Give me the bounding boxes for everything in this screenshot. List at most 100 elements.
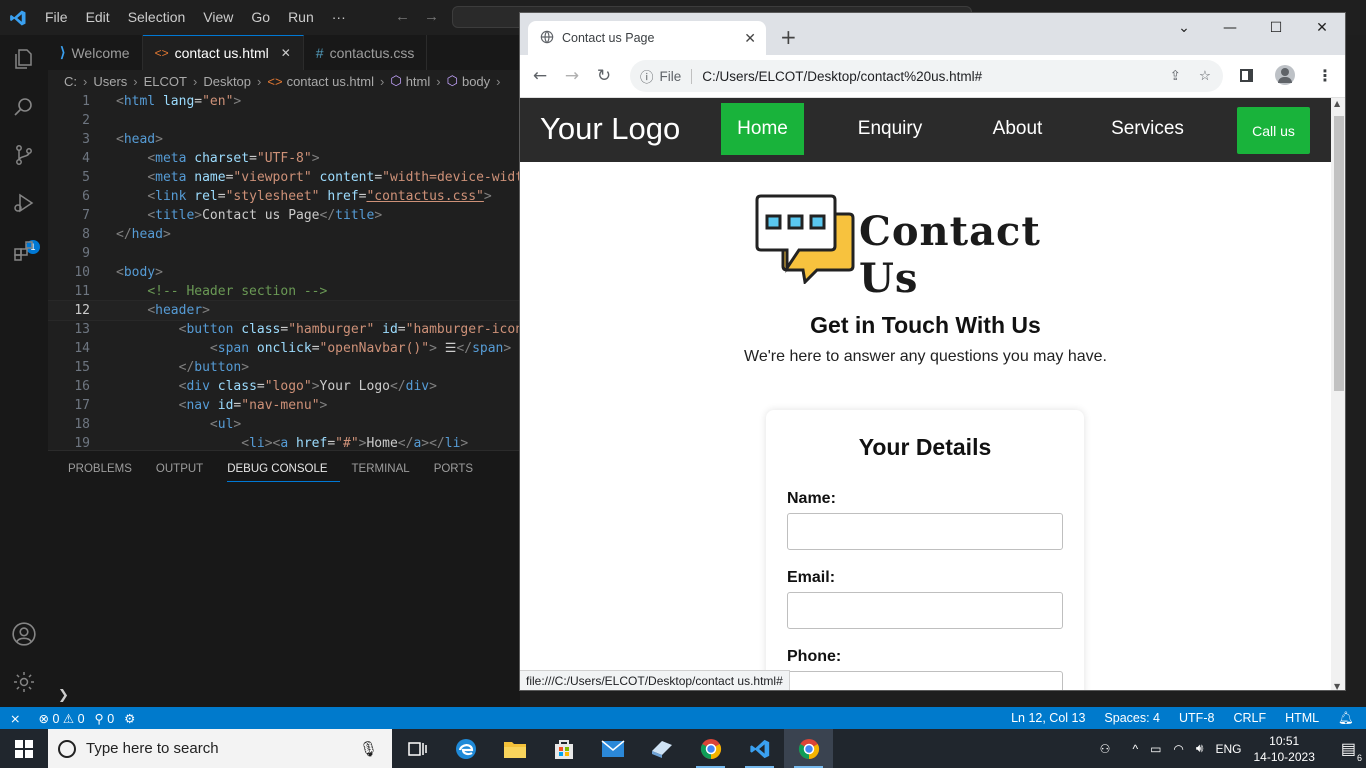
breadcrumb-item[interactable]: body xyxy=(462,74,490,89)
tab-terminal[interactable]: TERMINAL xyxy=(352,451,422,482)
breadcrumb-item[interactable]: Desktop xyxy=(203,74,251,89)
close-window-icon[interactable]: ✕ xyxy=(1299,13,1345,43)
close-icon[interactable]: ✕ xyxy=(744,30,756,47)
notifications-bell-icon[interactable]: 🔔︎ xyxy=(1338,711,1354,726)
back-icon[interactable]: ← xyxy=(524,66,556,86)
phone-input[interactable] xyxy=(787,671,1063,690)
new-tab-button[interactable]: + xyxy=(780,27,797,47)
language-mode[interactable]: HTML xyxy=(1285,711,1319,725)
windows-start-icon[interactable] xyxy=(0,729,48,768)
chrome-active-taskbar-icon[interactable] xyxy=(784,729,833,768)
file-explorer-icon[interactable] xyxy=(490,729,539,768)
mail-icon[interactable] xyxy=(588,729,637,768)
ports-status[interactable]: ⚲ 0 xyxy=(95,711,115,726)
breadcrumb-item[interactable]: html xyxy=(406,74,431,89)
microsoft-store-icon[interactable] xyxy=(539,729,588,768)
vscode-taskbar-icon[interactable] xyxy=(735,729,784,768)
nav-enquiry[interactable]: Enquiry xyxy=(840,103,940,155)
scrollbar-thumb[interactable] xyxy=(1334,116,1344,391)
address-bar[interactable]: ⓘ File C:/Users/ELCOT/Desktop/contact%20… xyxy=(630,60,1223,92)
code-token: "#" xyxy=(335,436,359,450)
breadcrumb-item[interactable]: Users xyxy=(93,74,127,89)
email-input[interactable] xyxy=(787,592,1063,629)
menu-selection[interactable]: Selection xyxy=(119,0,195,35)
code-token: id xyxy=(217,398,234,413)
tab-debug-console[interactable]: DEBUG CONSOLE xyxy=(227,451,340,482)
scroll-down-icon[interactable]: ▼ xyxy=(1334,682,1340,690)
settings-gear-icon[interactable] xyxy=(0,658,48,706)
code-token[interactable]: "contactus.css" xyxy=(366,189,483,204)
menu-edit[interactable]: Edit xyxy=(77,0,119,35)
info-icon[interactable]: ⓘ xyxy=(640,66,654,86)
menu-view[interactable]: View xyxy=(194,0,242,35)
chevron-up-icon[interactable]: ^ xyxy=(1132,742,1138,756)
call-us-button[interactable]: Call us xyxy=(1237,107,1310,154)
source-control-icon[interactable] xyxy=(0,131,48,179)
close-icon[interactable]: ✕ xyxy=(281,46,291,60)
account-icon[interactable] xyxy=(0,610,48,658)
tab-output[interactable]: OUTPUT xyxy=(156,451,215,482)
scanner-app-icon[interactable] xyxy=(637,729,686,768)
side-panel-icon[interactable] xyxy=(1240,68,1253,82)
code-token: class xyxy=(217,379,257,394)
edge-icon[interactable] xyxy=(441,729,490,768)
bookmark-star-icon[interactable]: ☆ xyxy=(1199,68,1211,84)
explorer-icon[interactable] xyxy=(0,35,48,83)
share-icon[interactable]: ⇪ xyxy=(1170,68,1181,84)
breadcrumb-item[interactable]: contact us.html xyxy=(287,74,374,89)
tab-search-chevron-icon[interactable]: ⌄ xyxy=(1161,13,1207,43)
breadcrumb-item[interactable]: ELCOT xyxy=(144,74,187,89)
problems-status[interactable]: ⊗ 0 ⚠ 0 xyxy=(38,711,84,726)
minimize-icon[interactable]: — xyxy=(1207,13,1253,43)
extensions-icon[interactable] xyxy=(0,227,48,275)
tab-contact-us-html[interactable]: <> contact us.html ✕ xyxy=(142,35,304,70)
people-icon[interactable]: ⚇ xyxy=(1100,742,1111,756)
notification-center-icon[interactable]: ▤ 6 xyxy=(1341,739,1362,763)
line-endings[interactable]: CRLF xyxy=(1233,711,1266,725)
tab-problems[interactable]: PROBLEMS xyxy=(68,451,144,482)
menu-run[interactable]: Run xyxy=(279,0,323,35)
nav-home[interactable]: Home xyxy=(721,103,804,155)
chrome-tab[interactable]: Contact us Page ✕ xyxy=(528,21,766,55)
history-arrows[interactable]: ←→ xyxy=(395,8,453,25)
taskbar-search[interactable]: Type here to search 🎙︎ xyxy=(48,729,392,768)
name-input[interactable] xyxy=(787,513,1063,550)
menu-file[interactable]: File xyxy=(36,0,77,35)
maximize-icon[interactable]: ☐ xyxy=(1253,13,1299,43)
forward-icon[interactable]: → xyxy=(556,66,588,86)
nav-about[interactable]: About xyxy=(975,103,1060,155)
clock[interactable]: 10:51 14-10-2023 xyxy=(1253,733,1314,765)
chrome-menu-icon[interactable]: ⋮ xyxy=(1317,66,1333,85)
menu-go[interactable]: Go xyxy=(242,0,279,35)
tab-welcome[interactable]: ⟩ Welcome xyxy=(48,35,143,70)
indentation[interactable]: Spaces: 4 xyxy=(1104,711,1160,725)
language-indicator[interactable]: ENG xyxy=(1215,742,1241,756)
tab-ports[interactable]: PORTS xyxy=(434,451,485,482)
remote-icon[interactable]: ⨯ xyxy=(10,711,20,726)
microphone-icon[interactable]: 🎙︎ xyxy=(359,740,378,758)
cursor-position[interactable]: Ln 12, Col 13 xyxy=(1011,711,1085,725)
tab-contactus-css[interactable]: # contactus.css xyxy=(304,35,428,70)
breadcrumb-item[interactable]: C: xyxy=(64,74,77,89)
page-scrollbar[interactable]: ▲ ▼ xyxy=(1331,98,1345,690)
battery-icon[interactable]: ▭ xyxy=(1150,742,1161,756)
scroll-up-icon[interactable]: ▲ xyxy=(1334,99,1340,108)
wifi-icon[interactable]: ◠ xyxy=(1173,742,1183,756)
code-editor[interactable]: 1 <html lang="en"> 2 3 <head> 4 <meta char… xyxy=(48,92,520,450)
profile-avatar-icon[interactable] xyxy=(1275,65,1295,85)
search-icon[interactable] xyxy=(0,83,48,131)
menu-more[interactable]: ··· xyxy=(323,0,355,35)
site-logo[interactable]: Your Logo xyxy=(540,111,680,147)
nav-services[interactable]: Services xyxy=(1095,103,1200,155)
volume-icon[interactable]: 🔊︎ xyxy=(1196,741,1204,756)
encoding[interactable]: UTF-8 xyxy=(1179,711,1214,725)
url-text[interactable]: C:/Users/ELCOT/Desktop/contact%20us.html… xyxy=(702,69,982,84)
reload-icon[interactable]: ↻ xyxy=(588,66,620,86)
chrome-taskbar-icon[interactable] xyxy=(686,729,735,768)
debug-console-prompt[interactable]: ❯ xyxy=(58,688,69,703)
task-view-icon[interactable] xyxy=(392,729,441,768)
forward-arrow-icon[interactable]: → xyxy=(424,8,453,25)
back-arrow-icon[interactable]: ← xyxy=(395,8,424,25)
run-debug-icon[interactable] xyxy=(0,179,48,227)
debug-launch-icon[interactable]: ⚙ xyxy=(124,711,135,726)
